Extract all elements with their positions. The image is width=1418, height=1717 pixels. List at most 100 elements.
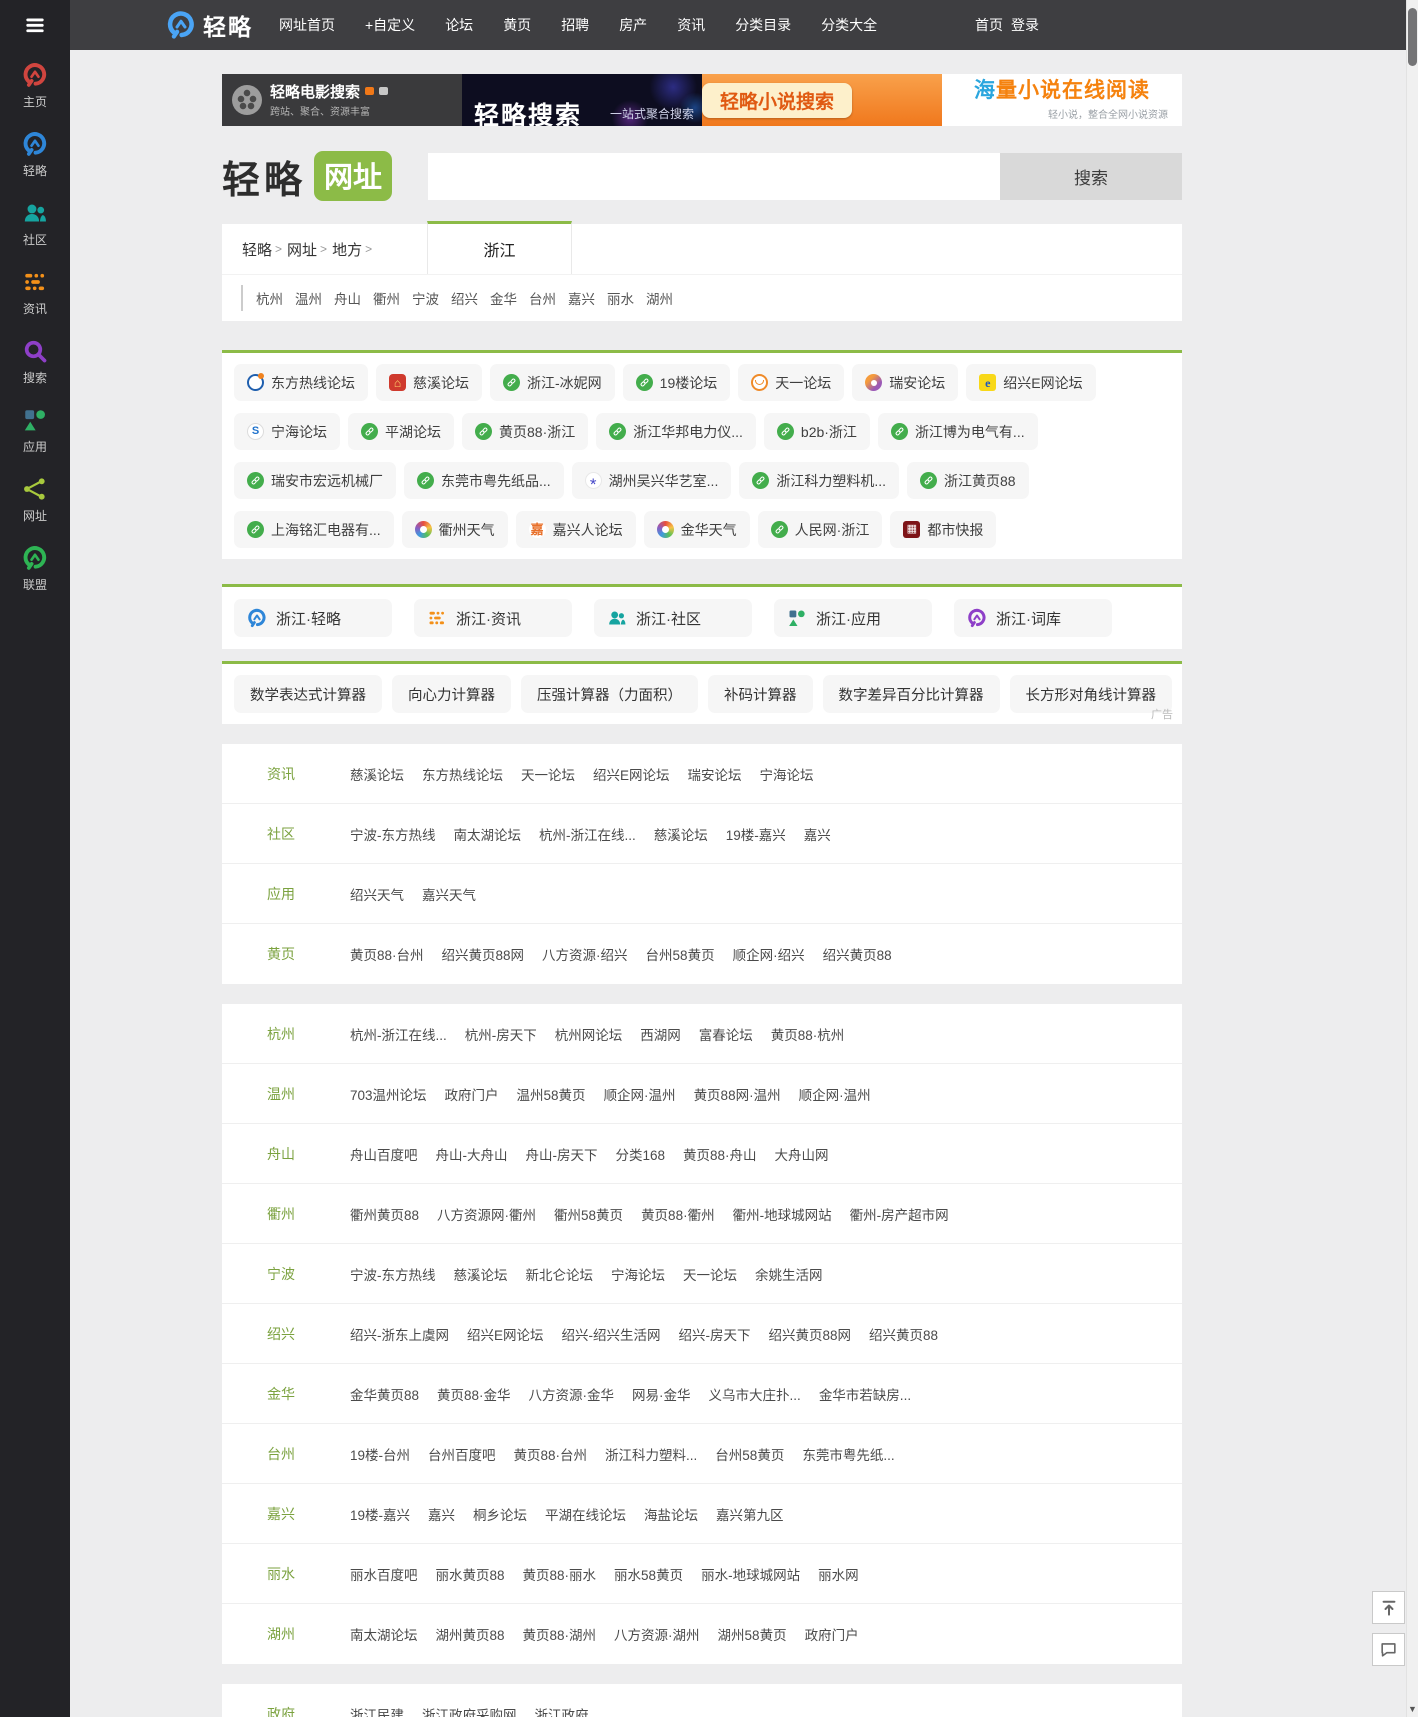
ad-banner[interactable]: 轻略小说搜索	[702, 74, 942, 126]
quick-link[interactable]: 瑞安论坛	[852, 364, 959, 401]
directory-link[interactable]: 政府门户	[445, 1084, 499, 1104]
directory-link[interactable]: 绍兴-房天下	[679, 1324, 751, 1344]
directory-link[interactable]: 慈溪论坛	[454, 1264, 508, 1284]
city-link[interactable]: 温州	[295, 292, 322, 307]
category-shortcut[interactable]: 浙江·资讯	[414, 599, 572, 637]
directory-link[interactable]: 杭州-浙江在线...	[539, 824, 636, 844]
directory-link[interactable]: 黄页88·丽水	[523, 1564, 597, 1584]
quick-link[interactable]: 金华天气	[643, 511, 750, 548]
directory-link[interactable]: 浙江政府采购网	[422, 1704, 517, 1717]
ad-banner[interactable]: 轻略搜索 一站式聚合搜索	[462, 74, 702, 126]
quick-link[interactable]: 湖州吴兴华艺室...	[571, 462, 732, 499]
directory-link[interactable]: 衢州-房产超市网	[850, 1204, 949, 1224]
directory-link[interactable]: 大舟山网	[775, 1144, 829, 1164]
quick-link[interactable]: 东莞市粤先纸品...	[404, 462, 564, 499]
quick-link[interactable]: 19楼论坛	[622, 364, 731, 401]
directory-link[interactable]: 丽水网	[818, 1564, 859, 1584]
quick-link[interactable]: 浙江博为电气有...	[877, 413, 1038, 450]
topnav-link[interactable]: 招聘	[561, 15, 589, 35]
topnav-link[interactable]: 分类目录	[735, 15, 791, 35]
directory-link[interactable]: 桐乡论坛	[473, 1504, 527, 1524]
directory-link[interactable]: 东莞市粤先纸...	[802, 1444, 894, 1464]
directory-link[interactable]: 衢州-地球城网站	[733, 1204, 832, 1224]
directory-link[interactable]: 分类168	[616, 1144, 666, 1164]
directory-link[interactable]: 衢州58黄页	[554, 1204, 623, 1224]
directory-link[interactable]: 丽水-地球城网站	[701, 1564, 800, 1584]
topnav-link[interactable]: 房产	[619, 15, 647, 35]
directory-link[interactable]: 黄页88网·温州	[694, 1084, 781, 1104]
quick-link[interactable]: 浙江华邦电力仪...	[596, 413, 756, 450]
account-link[interactable]: 登录	[1011, 15, 1039, 35]
directory-link[interactable]: 杭州网论坛	[555, 1024, 623, 1044]
sidebar-item[interactable]: 联盟	[22, 545, 48, 593]
sidebar-item[interactable]: 搜索	[22, 338, 48, 386]
city-link[interactable]: 嘉兴	[568, 292, 595, 307]
directory-link[interactable]: 宁海论坛	[760, 764, 814, 784]
quick-link[interactable]: 人民网·浙江	[757, 511, 883, 548]
sidebar-item[interactable]: 应用	[22, 407, 48, 455]
city-link[interactable]: 丽水	[607, 292, 634, 307]
search-button[interactable]: 搜索	[1000, 152, 1182, 200]
directory-link[interactable]: 东方热线论坛	[422, 764, 503, 784]
topnav-link[interactable]: 资讯	[677, 15, 705, 35]
directory-link[interactable]: 顺企网·温州	[799, 1084, 871, 1104]
directory-link[interactable]: 绍兴天气	[350, 884, 404, 904]
directory-link[interactable]: 八方资源·绍兴	[542, 944, 628, 964]
directory-link[interactable]: 绍兴黄页88网	[769, 1324, 852, 1344]
directory-link[interactable]: 绍兴-浙东上虞网	[350, 1324, 449, 1344]
calculator-link[interactable]: 数学表达式计算器	[234, 675, 382, 713]
breadcrumb-link[interactable]: 网址	[287, 239, 317, 260]
directory-link[interactable]: 丽水百度吧	[350, 1564, 418, 1584]
directory-link[interactable]: 绍兴E网论坛	[593, 764, 670, 784]
quick-link[interactable]: 都市快报	[890, 511, 997, 548]
category-shortcut[interactable]: 浙江·应用	[774, 599, 932, 637]
directory-link[interactable]: 丽水58黄页	[614, 1564, 683, 1584]
city-link[interactable]: 绍兴	[451, 292, 478, 307]
directory-link[interactable]: 黄页88·台州	[350, 944, 424, 964]
directory-link[interactable]: 湖州58黄页	[718, 1624, 787, 1644]
quick-link[interactable]: 天一论坛	[738, 364, 845, 401]
directory-link[interactable]: 新北仑论坛	[526, 1264, 594, 1284]
directory-link[interactable]: 台州58黄页	[715, 1444, 784, 1464]
directory-link[interactable]: 嘉兴	[428, 1504, 455, 1524]
sidebar-item[interactable]: 网址	[22, 476, 48, 524]
directory-link[interactable]: 黄页88·湖州	[523, 1624, 597, 1644]
topnav-link[interactable]: 分类大全	[821, 15, 877, 35]
directory-link[interactable]: 绍兴黄页88	[869, 1324, 938, 1344]
city-link[interactable]: 台州	[529, 292, 556, 307]
directory-link[interactable]: 慈溪论坛	[654, 824, 708, 844]
directory-link[interactable]: 天一论坛	[683, 1264, 737, 1284]
directory-link[interactable]: 703温州论坛	[350, 1084, 427, 1104]
directory-link[interactable]: 南太湖论坛	[350, 1624, 418, 1644]
directory-link[interactable]: 平湖在线论坛	[545, 1504, 626, 1524]
quick-link[interactable]: 衢州天气	[401, 511, 508, 548]
directory-link[interactable]: 顺企网·绍兴	[733, 944, 805, 964]
quick-link[interactable]: 浙江黄页88	[907, 462, 1029, 499]
quick-link[interactable]: b2b·浙江	[763, 413, 870, 450]
directory-link[interactable]: 浙江科力塑料...	[605, 1444, 697, 1464]
ad-banner[interactable]: 海量小说在线阅读 轻小说，整合全网小说资源	[942, 74, 1182, 126]
directory-link[interactable]: 舟山百度吧	[350, 1144, 418, 1164]
directory-link[interactable]: 八方资源网·衢州	[437, 1204, 536, 1224]
directory-link[interactable]: 浙江民建	[350, 1704, 404, 1717]
directory-link[interactable]: 政府门户	[805, 1624, 859, 1644]
ad-banner[interactable]: 轻略电影搜索 跨站、聚合、资源丰富	[222, 74, 462, 126]
quick-link[interactable]: 浙江-冰妮网	[490, 364, 615, 401]
quick-link[interactable]: 慈溪论坛	[376, 364, 482, 401]
directory-link[interactable]: 浙江政府	[535, 1704, 589, 1717]
tab-zhejiang-active[interactable]: 浙江	[427, 221, 572, 274]
quick-link[interactable]: 宁海论坛	[234, 413, 340, 450]
city-link[interactable]: 湖州	[646, 292, 673, 307]
sidebar-item[interactable]: 轻略	[22, 131, 48, 179]
directory-link[interactable]: 瑞安论坛	[688, 764, 742, 784]
sidebar-item[interactable]: 资讯	[22, 269, 48, 317]
calculator-link[interactable]: 压强计算器（力面积）	[521, 675, 698, 713]
directory-link[interactable]: 衢州黄页88	[350, 1204, 419, 1224]
topnav-link[interactable]: +自定义	[365, 15, 415, 35]
city-link[interactable]: 舟山	[334, 292, 361, 307]
category-shortcut[interactable]: 浙江·社区	[594, 599, 752, 637]
directory-link[interactable]: 南太湖论坛	[454, 824, 522, 844]
sidebar-item[interactable]: 社区	[22, 200, 48, 248]
directory-link[interactable]: 绍兴-绍兴生活网	[562, 1324, 661, 1344]
topnav-link[interactable]: 黄页	[503, 15, 531, 35]
